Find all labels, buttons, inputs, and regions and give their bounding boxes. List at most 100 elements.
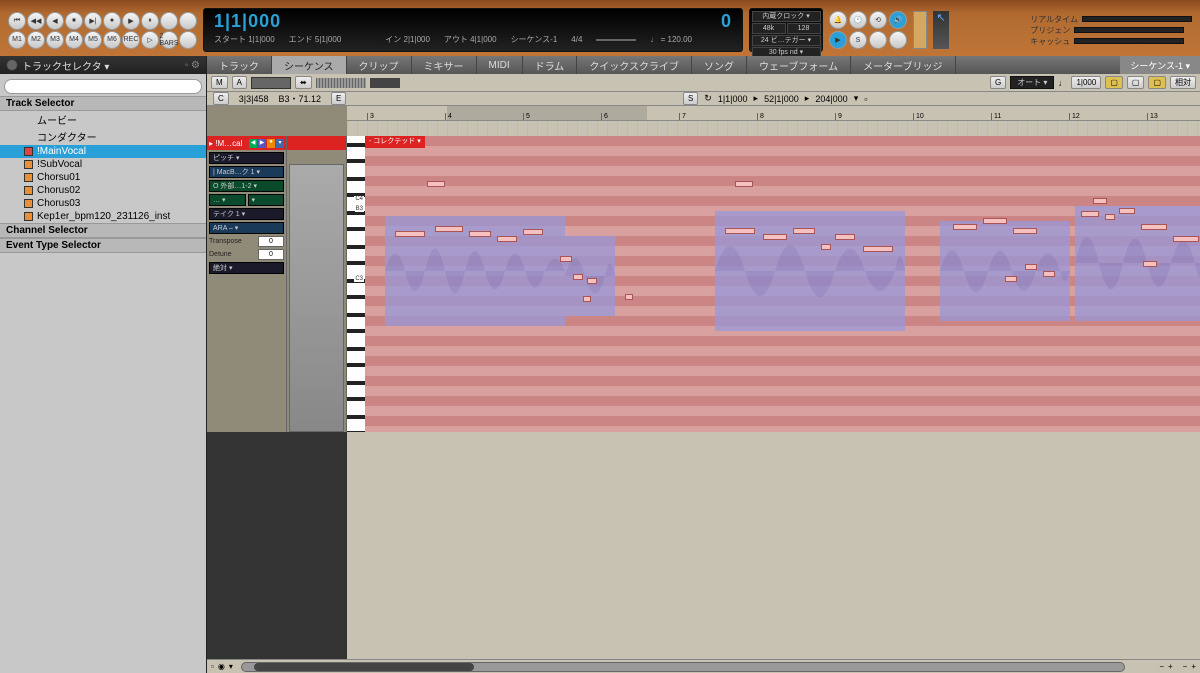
note[interactable] — [863, 246, 893, 252]
note[interactable] — [427, 181, 445, 187]
marker-2-button[interactable]: M2 — [27, 31, 45, 49]
fader[interactable] — [370, 78, 400, 88]
note[interactable] — [1141, 224, 1167, 230]
note[interactable] — [821, 244, 831, 250]
track-item-3[interactable]: !SubVocal — [0, 158, 206, 171]
tempo-slider[interactable] — [596, 39, 636, 41]
clock-source-select[interactable]: 内蔵クロック ▾ — [752, 11, 821, 22]
a-button[interactable]: A — [232, 76, 247, 89]
track-item-5[interactable]: Chorus02 — [0, 184, 206, 197]
close-icon[interactable] — [6, 59, 18, 71]
ff-end-button[interactable]: ▶| — [84, 12, 102, 30]
s-button[interactable]: S — [683, 92, 698, 105]
note[interactable] — [1081, 211, 1099, 217]
zoom-out-h[interactable]: − — [1159, 662, 1164, 671]
sel-opt-1[interactable]: ▾ — [854, 93, 859, 104]
xport-btn-9[interactable] — [160, 12, 178, 30]
mode-select[interactable]: 絶対 ▾ — [209, 262, 284, 274]
xport-btn-20[interactable] — [179, 31, 197, 49]
end-value[interactable]: 5|1|000 — [315, 35, 341, 44]
play-rev-button[interactable]: ◀ — [46, 12, 64, 30]
tab-3[interactable]: ミキサー — [412, 56, 477, 74]
track-item-2[interactable]: !MainVocal — [0, 145, 206, 158]
event-type-selector-section[interactable]: Event Type Selector — [0, 238, 206, 253]
track-item-6[interactable]: Chorus03 — [0, 197, 206, 210]
paperclip-icon[interactable] — [913, 11, 927, 49]
note[interactable] — [497, 236, 517, 242]
note[interactable] — [725, 228, 755, 234]
play-sel-button[interactable]: ▶ — [829, 31, 847, 49]
marker-6-button[interactable]: M6 — [103, 31, 121, 49]
g-button[interactable]: G — [990, 76, 1006, 89]
view-opt-3[interactable]: ▾ — [229, 662, 233, 671]
in-value[interactable]: 2|1|000 — [404, 35, 430, 44]
pointer-tool[interactable]: ↖ — [933, 11, 949, 49]
tab-4[interactable]: MIDI — [477, 56, 523, 74]
solo-button[interactable]: S — [849, 31, 867, 49]
sidebar-title[interactable]: トラックセレクタ ▾ — [22, 58, 109, 73]
grid-opt-3[interactable]: ▢ — [1148, 76, 1166, 89]
tab-1[interactable]: シーケンス — [272, 56, 347, 74]
aux-select-2[interactable]: ▾ — [248, 194, 285, 206]
piano-keyboard[interactable]: C4 B3 C3 — [347, 136, 365, 432]
marker-4-button[interactable]: M4 — [65, 31, 83, 49]
note[interactable] — [1119, 208, 1135, 214]
tab-7[interactable]: ソング — [692, 56, 747, 74]
note[interactable] — [1013, 228, 1037, 234]
out-value[interactable]: 4|1|000 — [470, 35, 496, 44]
note[interactable] — [983, 218, 1007, 224]
take-select[interactable]: テイク 1 ▾ — [209, 208, 284, 220]
beat-value[interactable]: 1|000 — [1071, 76, 1101, 89]
note[interactable] — [763, 234, 787, 240]
note[interactable] — [835, 234, 855, 240]
track-item-7[interactable]: Kep1er_bpm120_231126_inst — [0, 210, 206, 223]
mute-button[interactable] — [869, 31, 887, 49]
tab-8[interactable]: ウェーブフォーム — [747, 56, 851, 74]
sample-rate-select[interactable]: 48k — [752, 23, 786, 34]
note[interactable] — [953, 224, 977, 230]
input-select[interactable]: O 外部…1-2 ▾ — [209, 180, 284, 192]
c-button[interactable]: C — [213, 92, 229, 105]
view-opt-1[interactable]: ▫ — [211, 662, 214, 671]
time-sig[interactable]: 4/4 — [571, 35, 582, 44]
sel-end[interactable]: 52|1|000 — [764, 94, 799, 104]
track-selector-section[interactable]: Track Selector — [0, 96, 206, 111]
zoom-in-h[interactable]: + — [1168, 662, 1173, 671]
overdub-button[interactable]: ⟲ — [869, 11, 887, 29]
rec-mode-button[interactable]: REC — [122, 31, 140, 49]
main-position[interactable]: 1|1|000 — [214, 11, 281, 32]
auto-select[interactable]: オート ▾ — [1010, 76, 1054, 89]
note[interactable] — [573, 274, 583, 280]
note[interactable] — [395, 231, 425, 237]
speaker-button[interactable]: 🔊 — [889, 11, 907, 29]
scale-btn[interactable]: ⬌ — [295, 76, 312, 89]
track-item-4[interactable]: Chorsu01 — [0, 171, 206, 184]
audible-button[interactable]: 🔔 — [829, 11, 847, 29]
note[interactable] — [735, 181, 753, 187]
extra-button[interactable] — [889, 31, 907, 49]
record-button[interactable]: ● — [103, 12, 121, 30]
ara-select[interactable]: ARA – ▾ — [209, 222, 284, 234]
transpose-field[interactable] — [258, 236, 284, 247]
piano-roll-canvas[interactable]: - コレクテッド ▾ — [365, 136, 1200, 432]
slider-1[interactable] — [251, 77, 291, 89]
search-input[interactable] — [4, 79, 202, 94]
e-button[interactable]: E — [331, 92, 346, 105]
note[interactable] — [1105, 214, 1115, 220]
tab-sequence-select[interactable]: シーケンス-1 ▾ — [1120, 56, 1200, 74]
rewind-button[interactable]: ◀◀ — [27, 12, 45, 30]
bit-depth-select[interactable]: 24 ビ…テガー ▾ — [752, 35, 821, 46]
click-button[interactable]: 🕐 — [849, 11, 867, 29]
note[interactable] — [435, 226, 463, 232]
marker-1-button[interactable]: M1 — [8, 31, 26, 49]
sel-opt-2[interactable]: ▫ — [864, 94, 867, 104]
preroll-button[interactable]: ▷ — [141, 31, 159, 49]
note[interactable] — [469, 231, 491, 237]
time-ruler[interactable]: 345678910111213 — [347, 106, 1200, 136]
xport-btn-10[interactable] — [179, 12, 197, 30]
pause-button[interactable]: ⏸ — [141, 12, 159, 30]
note[interactable] — [625, 294, 633, 300]
zoom-in-v[interactable]: + — [1191, 662, 1196, 671]
clip-label[interactable]: - コレクテッド ▾ — [365, 136, 425, 148]
note[interactable] — [1093, 198, 1107, 204]
